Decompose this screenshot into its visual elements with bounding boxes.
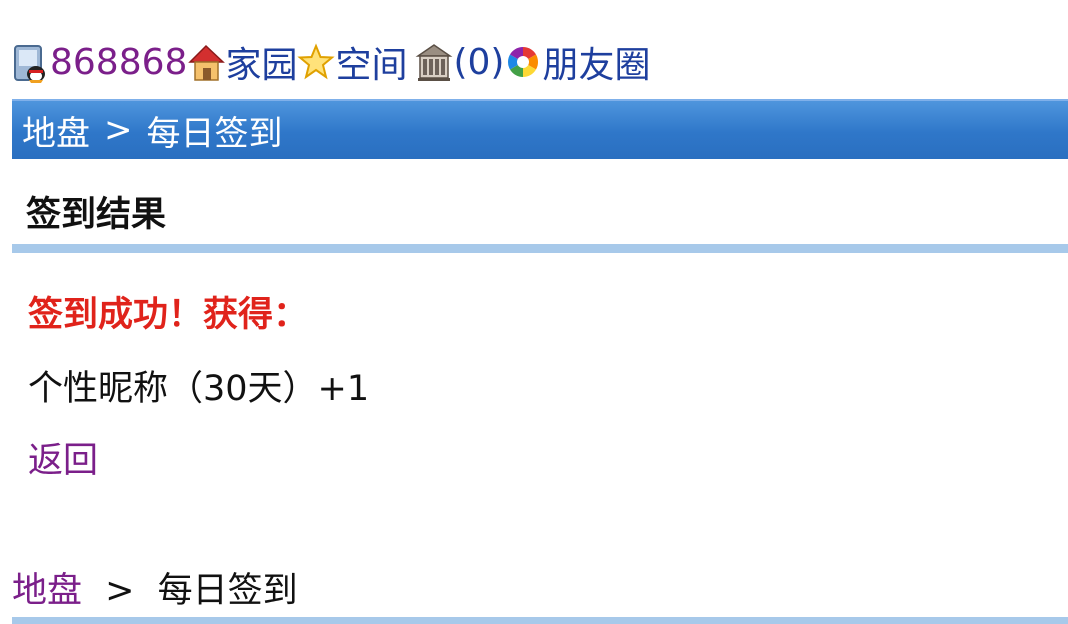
footer-breadcrumb: 地盘 > 每日签到 — [12, 562, 298, 613]
space-link[interactable]: 空间 — [335, 36, 407, 88]
home-link[interactable]: 家园 — [225, 36, 297, 88]
star-icon — [297, 40, 336, 84]
building-icon — [415, 40, 453, 84]
footer-divider — [12, 617, 1068, 624]
house-icon — [187, 40, 226, 84]
footer-breadcrumb-current: 每日签到 — [157, 571, 298, 611]
footer-breadcrumb-home-link[interactable]: 地盘 — [12, 571, 82, 611]
moments-link[interactable]: 朋友圈 — [542, 36, 650, 88]
aperture-icon — [504, 40, 542, 84]
messages-link[interactable]: (0) — [453, 42, 504, 83]
user-phone-icon — [12, 40, 50, 84]
success-message: 签到成功！获得： — [28, 295, 309, 335]
header-breadcrumb-bar: 地盘 > 每日签到 — [12, 99, 1068, 159]
back-link[interactable]: 返回 — [28, 432, 98, 483]
section-title: 签到结果 — [26, 195, 167, 235]
page-title: 每日签到 — [146, 113, 283, 154]
section-divider — [12, 244, 1068, 253]
footer-breadcrumb-separator: > — [105, 571, 135, 611]
breadcrumb-separator: > — [104, 110, 133, 150]
top-navigation: 868868 家园 空间 (0) 朋友圈 — [12, 30, 650, 94]
user-profile-link[interactable]: 868868 — [50, 42, 187, 83]
breadcrumb-home-link[interactable]: 地盘 — [22, 106, 90, 155]
reward-text: 个性昵称（30天）+1 — [28, 369, 370, 409]
